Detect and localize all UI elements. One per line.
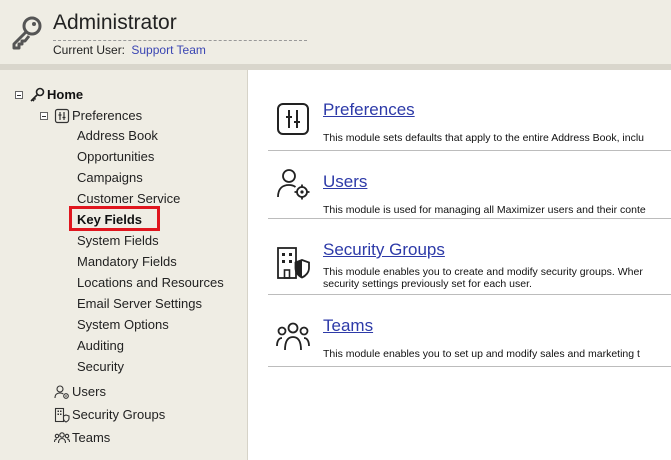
tree-item-users[interactable]: Users <box>72 384 106 399</box>
module-card-teams: Teams This module enables you to set up … <box>268 294 671 367</box>
module-card-users: Users This module is used for managing a… <box>268 150 671 219</box>
current-user: Current User: Support Team <box>53 40 307 57</box>
current-user-label: Current User: <box>53 43 126 57</box>
current-user-link[interactable]: Support Team <box>131 43 206 57</box>
tree-item-preferences[interactable]: Preferences <box>72 108 142 123</box>
page-title: Administrator <box>53 11 177 34</box>
tree-item-home[interactable]: Home <box>47 87 83 102</box>
module-link-users[interactable]: Users <box>323 172 367 192</box>
tree-item-system-options[interactable]: System Options <box>77 317 169 332</box>
module-link-security-groups[interactable]: Security Groups <box>323 240 445 260</box>
module-link-preferences[interactable]: Preferences <box>323 100 415 120</box>
tree-item-security[interactable]: Security <box>77 359 124 374</box>
tree-item-teams[interactable]: Teams <box>72 430 110 445</box>
tree-item-campaigns[interactable]: Campaigns <box>77 170 143 185</box>
collapse-toggle-preferences[interactable] <box>40 112 48 120</box>
module-link-teams[interactable]: Teams <box>323 316 373 336</box>
tree-item-system-fields[interactable]: System Fields <box>77 233 159 248</box>
tree-item-mandatory-fields[interactable]: Mandatory Fields <box>77 254 177 269</box>
tree-item-opportunities[interactable]: Opportunities <box>77 149 154 164</box>
module-description: security settings previously set for eac… <box>323 278 532 290</box>
tree-item-security-groups[interactable]: Security Groups <box>72 407 165 422</box>
module-description: This module is used for managing all Max… <box>323 204 646 216</box>
module-description: This module enables you to create and mo… <box>323 266 643 278</box>
tree-item-auditing[interactable]: Auditing <box>77 338 124 353</box>
key-icon <box>12 16 42 50</box>
app-header: Administrator Current User: Support Team <box>0 0 671 70</box>
module-panel: Preferences This module sets defaults th… <box>248 70 671 460</box>
user-gear-icon <box>54 385 69 399</box>
sliders-icon <box>54 108 70 124</box>
tree-item-customer-service[interactable]: Customer Service <box>77 191 180 206</box>
building-shield-icon <box>277 247 310 279</box>
module-description: This module enables you to set up and mo… <box>323 348 640 360</box>
sliders-icon <box>277 103 309 135</box>
navigation-tree: Home Preferences Address Book Opportunit… <box>0 70 248 460</box>
tree-item-email-server-settings[interactable]: Email Server Settings <box>77 296 202 311</box>
user-gear-icon <box>277 169 310 200</box>
team-icon <box>276 322 310 351</box>
module-card-security-groups: Security Groups This module enables you … <box>268 218 671 295</box>
building-shield-icon <box>54 407 70 423</box>
tree-item-locations-and-resources[interactable]: Locations and Resources <box>77 275 224 290</box>
selection-highlight <box>69 206 160 231</box>
key-icon <box>30 87 45 102</box>
collapse-toggle-home[interactable] <box>15 91 23 99</box>
module-description: This module sets defaults that apply to … <box>323 132 645 144</box>
tree-item-address-book[interactable]: Address Book <box>77 128 158 143</box>
team-icon <box>54 432 70 444</box>
module-card-preferences: Preferences This module sets defaults th… <box>268 90 671 151</box>
